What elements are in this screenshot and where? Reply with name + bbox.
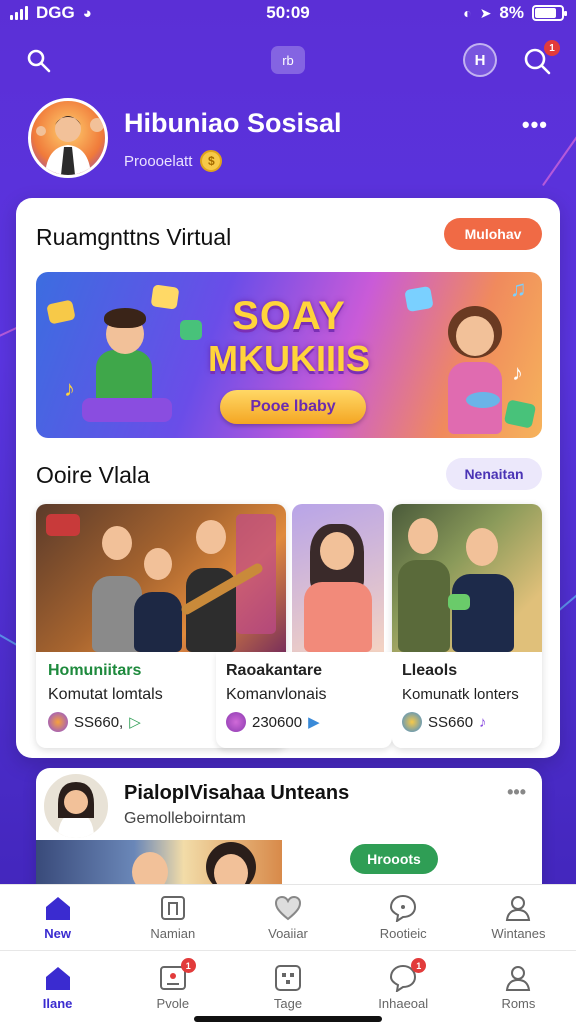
banner-cta-button[interactable]: Pooe lbaby <box>220 390 366 424</box>
featured-banner[interactable]: ♪ SOAY MKUKIIIS Pooe lbaby ♫ ♪ <box>36 272 542 438</box>
profile-name: Hibuniao Sosisal <box>124 108 342 138</box>
follow-button[interactable]: Hrooots <box>350 844 438 874</box>
members-icon <box>226 712 246 732</box>
app-chip-icon[interactable]: rb <box>271 46 305 74</box>
nav-item-new[interactable]: New <box>0 885 115 950</box>
community-list: Homuniitars Komutat lomtals SS660, ▷ Rao… <box>36 504 542 748</box>
community-count: SS660, <box>74 713 124 731</box>
community-stats: SS660, ▷ <box>48 712 141 732</box>
members-icon <box>48 712 68 732</box>
community-subtitle: Komanvlonais <box>226 686 327 703</box>
search-icon[interactable] <box>24 46 54 76</box>
community-photo <box>36 504 286 652</box>
nav-label: Wintanes <box>491 926 546 941</box>
nav-item-ilane[interactable]: Ilane <box>0 951 115 1024</box>
notification-badge: 1 <box>411 958 427 973</box>
music-note-icon: ♪ <box>512 360 523 385</box>
more-options-icon[interactable]: ••• <box>507 782 526 803</box>
nav-label: Pvole <box>156 996 190 1011</box>
battery-fill <box>535 8 556 18</box>
community-stats: 230600 ▶ <box>226 712 320 732</box>
alarm-icon: ◐ <box>463 5 472 21</box>
location-icon: ➤ <box>479 4 492 21</box>
community-count: SS660 <box>428 713 474 731</box>
featured-action-button[interactable]: Mulohav <box>444 218 542 250</box>
nav-item-pvole[interactable]: 1 Pvole <box>115 951 230 1024</box>
more-options-icon[interactable]: ••• <box>522 112 548 138</box>
user-icon <box>503 894 533 922</box>
coin-icon: $ <box>200 150 223 172</box>
bookmark-icon <box>158 894 188 922</box>
share-icon: ▶ <box>308 714 320 731</box>
battery-icon <box>532 5 567 21</box>
communities-action-button[interactable]: Nenaitan <box>446 458 542 490</box>
nav-item-wintanes[interactable]: Wintanes <box>461 885 576 950</box>
status-bar: DGG ◕ 50:09 ◐ ➤ 8% <box>0 0 576 28</box>
community-card-text[interactable]: Raoakantare Komanvlonais 230600 ▶ <box>216 652 392 748</box>
main-card: Ruamgnttns Virtual Mulohav ♪ SOAY MKUKII… <box>16 198 560 758</box>
featured-section-title: Ruamgnttns Virtual <box>36 224 232 250</box>
user-icon <box>503 964 533 992</box>
share-icon: ▷ <box>129 714 141 731</box>
community-stats: SS660 ♪ <box>402 712 487 732</box>
nav-item-tage[interactable]: Tage <box>230 951 345 1024</box>
nav-label: Voaiiar <box>268 926 308 941</box>
nav-label: Inhaeoal <box>378 996 429 1011</box>
communities-section-title: Ooire Vlala <box>36 462 150 488</box>
nav-item-voaiiar[interactable]: Voaiiar <box>230 885 345 950</box>
community-subtitle: Komutat lomtals <box>48 686 163 703</box>
profile-subtitle: Proooelatt <box>124 152 193 170</box>
top-bar: rb H 1 <box>0 40 576 82</box>
home-icon <box>43 894 73 922</box>
heart-icon <box>273 894 303 922</box>
nav-item-inhaeoal[interactable]: 1 Inhaeoal <box>346 951 461 1024</box>
nav-label: Namian <box>150 926 196 941</box>
community-photo <box>292 504 384 652</box>
nav-label: New <box>44 926 71 941</box>
nav-item-roms[interactable]: Roms <box>461 951 576 1024</box>
grid-icon <box>273 964 303 992</box>
home-icon <box>43 964 73 992</box>
profile-card-icon: 1 <box>158 958 196 992</box>
bottom-nav-secondary: Ilane 1 Pvole Tage 1 Inhaeoal Roms <box>0 950 576 1024</box>
avatar[interactable] <box>42 772 110 840</box>
post-subtitle: Gemolleboirntam <box>124 810 246 827</box>
nav-item-rootieic[interactable]: Rootieic <box>346 885 461 950</box>
nav-label: Ilane <box>42 996 73 1011</box>
home-indicator[interactable] <box>194 1016 382 1022</box>
notification-badge: 1 <box>544 40 560 56</box>
community-card-text[interactable]: Lleaols Komunatk lonters SS660 ♪ <box>392 652 542 748</box>
bottom-nav-primary: New Namian Voaiiar Rootieic Wintanes <box>0 884 576 950</box>
music-note-icon: ♫ <box>510 276 527 301</box>
profile-button[interactable]: H <box>463 43 497 77</box>
chat-icon <box>388 894 418 922</box>
members-icon <box>402 712 422 732</box>
profile-subtitle-row: Proooelatt $ <box>124 150 223 172</box>
profile-button-label: H <box>474 51 486 69</box>
notification-search-button[interactable]: 1 <box>520 40 560 78</box>
community-count: 230600 <box>252 713 303 731</box>
community-title: Lleaols <box>402 662 458 679</box>
profile-header: Hibuniao Sosisal Proooelatt $ ••• <box>28 98 548 182</box>
community-photo <box>392 504 542 652</box>
nav-item-namian[interactable]: Namian <box>115 885 230 950</box>
floating-card-icon <box>404 285 434 313</box>
chat-icon: 1 <box>388 958 427 992</box>
community-subtitle: Komunatk lonters <box>402 686 519 703</box>
avatar[interactable] <box>28 98 108 178</box>
nav-label: Tage <box>273 996 303 1011</box>
community-title: Homuniitars <box>48 662 142 679</box>
post-title: PialopIVisahaa Unteans <box>124 782 350 804</box>
nav-label: Rootieic <box>379 926 427 941</box>
nav-label: Roms <box>501 996 536 1011</box>
community-title: Raoakantare <box>226 662 323 679</box>
notification-badge: 1 <box>180 958 196 973</box>
music-note-icon: ♪ <box>479 713 487 731</box>
battery-percent: 8% <box>499 3 524 22</box>
app-chip-label: rb <box>282 52 294 68</box>
